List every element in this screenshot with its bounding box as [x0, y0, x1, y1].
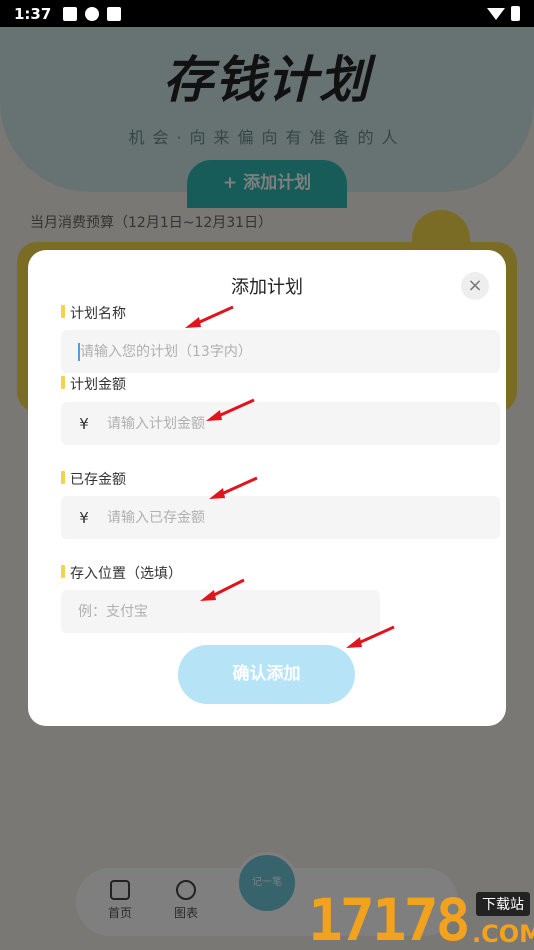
watermark-tag: 下载站: [476, 892, 530, 916]
saved-amount-label: 已存金额: [61, 469, 126, 489]
plan-name-input[interactable]: [78, 342, 500, 361]
font-icon: [107, 6, 122, 21]
annotation-arrow-icon: [200, 578, 245, 601]
annotation-arrow-icon: [206, 398, 255, 421]
annotation-arrow-icon: [209, 476, 258, 499]
plan-name-label: 计划名称: [61, 303, 126, 323]
plan-amount-field: ¥: [61, 402, 500, 445]
dialog-title: 添加计划: [231, 277, 303, 298]
app-icon: [85, 6, 100, 21]
plan-name-field: [61, 330, 500, 373]
notification-icon: [63, 6, 78, 21]
wifi-icon: [487, 7, 505, 20]
watermark-suffix: .COM: [472, 920, 534, 948]
annotation-arrow-icon: [346, 625, 395, 648]
plan-amount-input[interactable]: [107, 402, 500, 445]
battery-icon: [511, 6, 520, 21]
saved-amount-field: ¥: [61, 496, 500, 539]
status-time: 1:37: [14, 4, 52, 23]
plan-amount-label: 计划金额: [61, 374, 126, 394]
watermark-digits: 17178: [308, 886, 471, 950]
confirm-add-button[interactable]: 确认添加: [178, 645, 355, 704]
add-plan-dialog: 添加计划 × 计划名称 计划金额 ¥ 已存金额 ¥ 存入位置（选填） 确认添加: [28, 250, 506, 726]
watermark-logo: 17178 下载站 .COM: [308, 880, 534, 950]
yen-icon: ¥: [79, 508, 89, 527]
location-label: 存入位置（选填）: [61, 563, 182, 583]
close-button[interactable]: ×: [461, 272, 489, 300]
status-bar: 1:37: [0, 0, 534, 27]
yen-icon: ¥: [79, 414, 89, 433]
saved-amount-input[interactable]: [107, 496, 500, 539]
annotation-arrow-icon: [185, 305, 234, 328]
